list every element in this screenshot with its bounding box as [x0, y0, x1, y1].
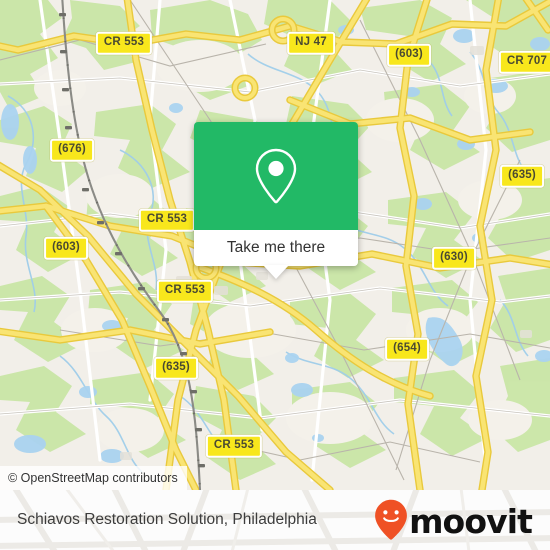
road-shield: CR 707 — [498, 50, 550, 74]
popup-action-area[interactable]: Take me there — [194, 230, 358, 279]
footer-bar: Schiavos Restoration Solution, Philadelp… — [0, 490, 550, 550]
road-shield: (676) — [50, 138, 94, 162]
moovit-smiley-pin-icon — [375, 499, 407, 540]
road-shield: CR 553 — [138, 208, 196, 232]
moovit-logo[interactable]: moovit — [374, 499, 533, 541]
map-screenshot: CR 553 NJ 47 (603) CR 707 (676) (635) CR 553 (6… — [0, 0, 550, 550]
road-shield: (654) — [385, 337, 429, 361]
road-shield: (630) — [432, 246, 476, 270]
take-me-there-label: Take me there — [226, 239, 326, 256]
road-shield: (603) — [387, 43, 431, 67]
road-shield: (635) — [154, 356, 198, 380]
road-shield: CR 553 — [95, 31, 153, 55]
map-pin-icon — [255, 148, 297, 204]
road-shield: (635) — [500, 164, 544, 188]
road-shield: CR 553 — [156, 279, 214, 303]
popup-tail — [263, 265, 289, 279]
road-shield: (603) — [44, 236, 88, 260]
location-popup[interactable]: Take me there — [194, 122, 358, 279]
map-canvas[interactable]: CR 553 NJ 47 (603) CR 707 (676) (635) CR 553 (6… — [0, 0, 550, 490]
moovit-wordmark: moovit — [409, 501, 533, 541]
road-shield: CR 553 — [205, 434, 263, 458]
popup-icon-area — [194, 122, 358, 230]
osm-attribution[interactable]: © OpenStreetMap contributors — [0, 466, 187, 490]
page-title: Schiavos Restoration Solution, Philadelp… — [17, 511, 317, 528]
road-shield: NJ 47 — [287, 31, 335, 55]
osm-attribution-text: © OpenStreetMap contributors — [8, 471, 178, 485]
